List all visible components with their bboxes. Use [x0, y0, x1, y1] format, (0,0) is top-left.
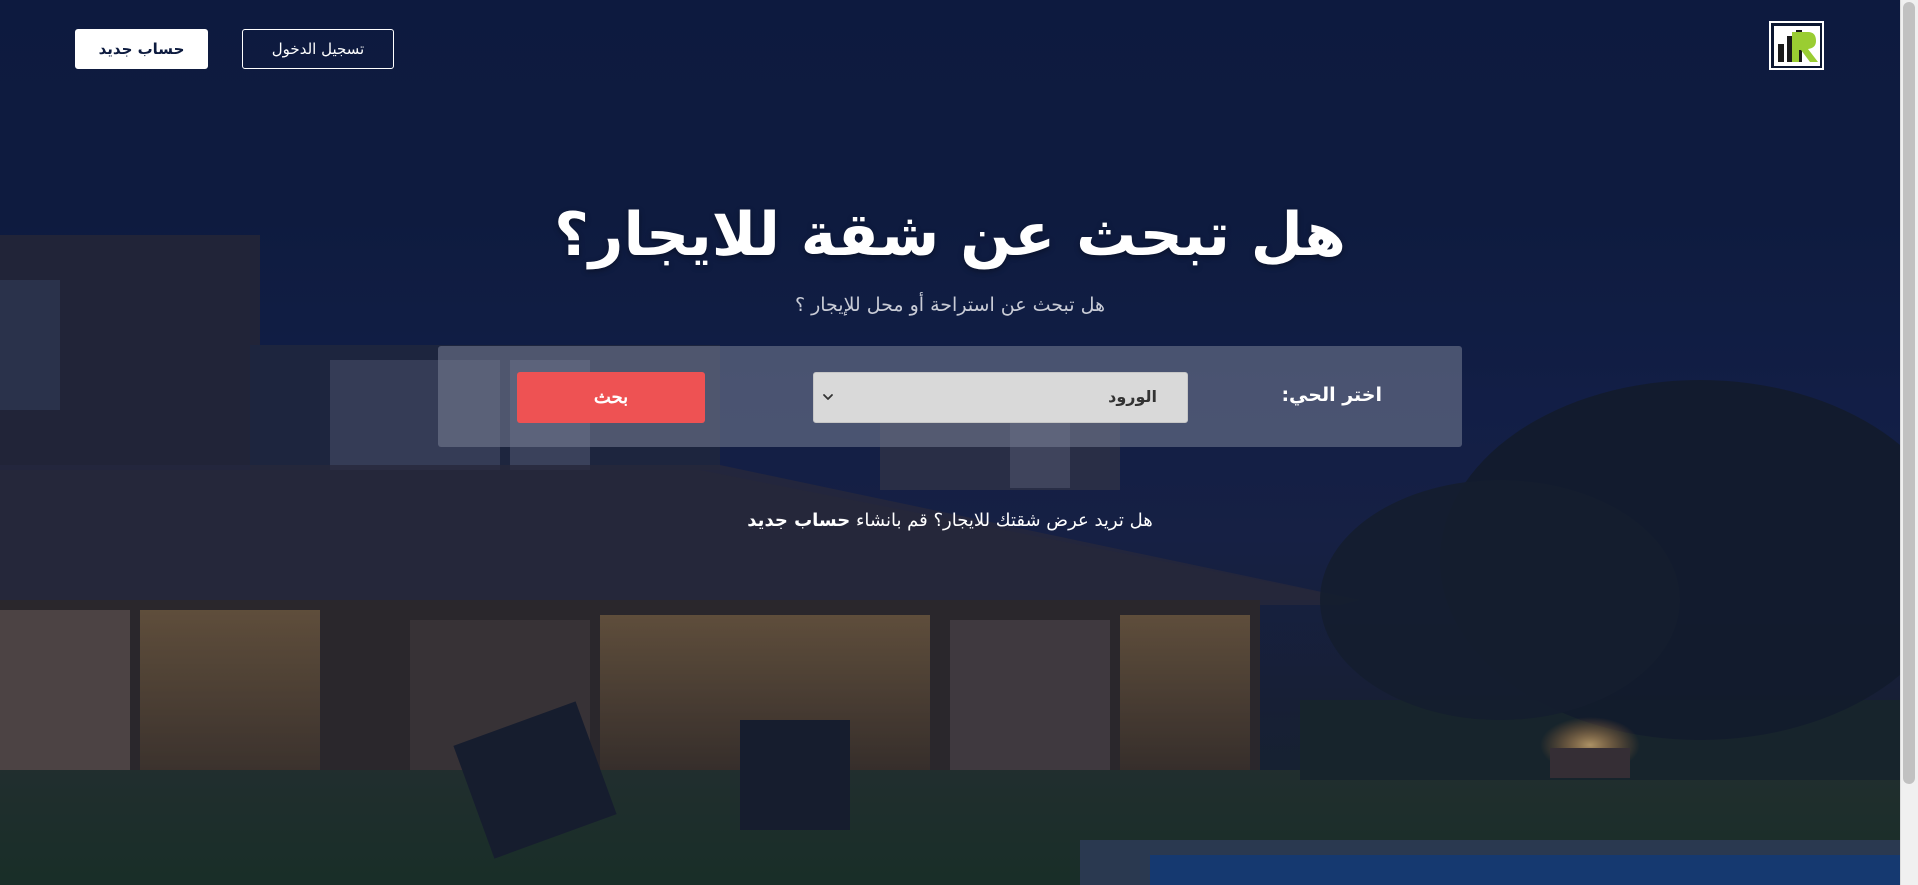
cta-text: هل تريد عرض شقتك للايجار؟ قم بانشاء: [855, 510, 1153, 531]
district-label: اختر الحي:: [1281, 384, 1382, 406]
logo-icon[interactable]: [1769, 21, 1824, 70]
landing-page: تسجيل الدخول حساب جديد هل تبحث عن شقة لل…: [0, 0, 1918, 885]
district-select[interactable]: الورود: [813, 372, 1188, 423]
login-button[interactable]: تسجيل الدخول: [242, 29, 394, 69]
logo-mark: [1773, 25, 1820, 66]
hero-title: هل تبحث عن شقة للايجار؟: [554, 200, 1346, 270]
search-panel: اختر الحي: الورود بحث: [438, 346, 1462, 447]
cta-signup-link[interactable]: حساب جديد: [747, 510, 850, 531]
search-button[interactable]: بحث: [517, 372, 705, 423]
signup-cta: هل تريد عرض شقتك للايجار؟ قم بانشاء حساب…: [0, 510, 1900, 531]
signup-button[interactable]: حساب جديد: [75, 29, 208, 69]
selected-district: الورود: [1108, 387, 1157, 406]
scrollbar-thumb[interactable]: [1903, 2, 1915, 784]
chevron-down-icon: [823, 394, 833, 400]
hero-subtitle: هل تبحث عن استراحة أو محل للإيجار ؟: [794, 294, 1106, 316]
vertical-scrollbar[interactable]: [1900, 0, 1918, 885]
